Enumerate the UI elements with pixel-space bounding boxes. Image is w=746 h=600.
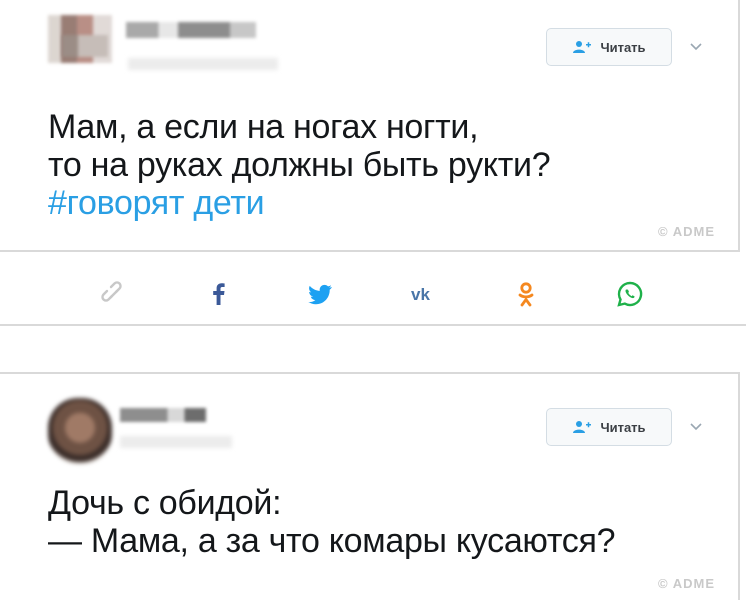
hashtag-link[interactable]: #говорят дети [48,184,265,222]
follow-button[interactable]: Читать [546,28,672,66]
chevron-down-icon[interactable] [689,420,703,434]
author-name-blurred[interactable] [126,22,256,38]
tweet-text: Мам, а если на ногах ногти, то на руках … [48,108,551,184]
author-name-blurred[interactable] [120,408,206,422]
follow-button-label: Читать [600,419,646,435]
vk-icon[interactable]: vk [410,280,438,308]
watermark: © ADME [658,576,715,591]
watermark: © ADME [658,224,715,239]
link-icon[interactable] [100,280,128,308]
twitter-icon[interactable] [306,280,334,308]
add-user-icon [573,41,592,53]
add-user-icon [573,421,592,433]
section-gap [0,326,746,372]
page: Читать Мам, а если на ногах ногти, то на… [0,0,746,600]
whatsapp-icon[interactable] [616,280,644,308]
author-handle-blurred [120,436,232,448]
author-handle-blurred [128,58,278,70]
odnoklassniki-icon[interactable] [512,280,540,308]
avatar-detail [62,35,108,57]
follow-button[interactable]: Читать [546,408,672,446]
svg-text:vk: vk [411,285,430,304]
follow-button-label: Читать [600,39,646,55]
tweet-text: Дочь с обидой: — Мама, а за что комары к… [48,484,616,560]
chevron-down-icon[interactable] [689,40,703,54]
facebook-icon[interactable] [205,280,233,308]
avatar[interactable] [48,398,112,464]
